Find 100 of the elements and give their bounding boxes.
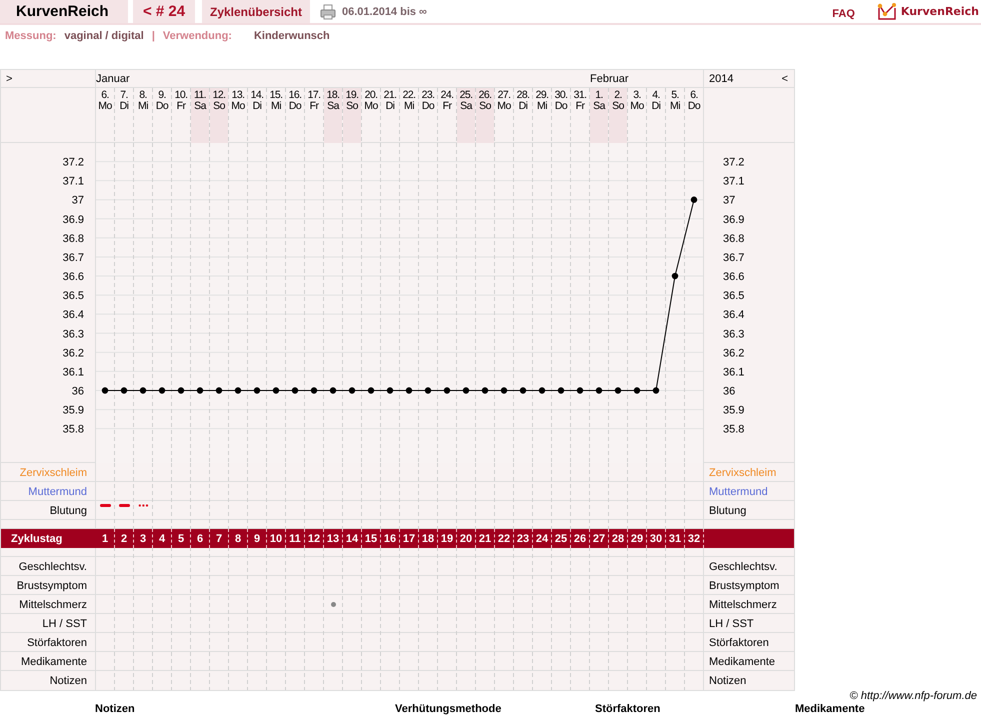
axis-tick-label: 35.9 <box>62 404 84 417</box>
brand-name: KurvenReich <box>900 5 979 18</box>
weekday-label: Mi <box>271 101 281 112</box>
temperature-point <box>500 387 508 394</box>
temperature-point <box>634 387 640 394</box>
day-date: 13. <box>232 90 244 101</box>
row-label: Brustsymptom <box>709 580 780 592</box>
day-date: 7. <box>120 90 128 101</box>
date-range: 06.01.2014 bis ∞ <box>342 6 427 18</box>
row-label: Mittelschmerz <box>19 598 87 610</box>
faq-link[interactable]: FAQ <box>832 8 855 20</box>
month-label: Februar <box>590 73 629 85</box>
day-date: 29. <box>536 90 548 101</box>
axis-tick-label: 37.1 <box>723 176 744 188</box>
day-date: 26. <box>478 90 492 101</box>
cycle-day-number: 1 <box>96 529 115 548</box>
section-heading: Verhütungsmethode <box>395 703 502 715</box>
cycle-day-number: 29 <box>628 529 647 548</box>
next-button[interactable]: < <box>782 73 788 85</box>
weekday-label: Mo <box>364 101 378 112</box>
axis-tick-label: 36.5 <box>62 290 84 302</box>
cycle-overview-tab[interactable]: Zyklenübersicht <box>202 0 310 23</box>
axis-tick-label: 36.4 <box>62 309 84 322</box>
prev-button[interactable]: > <box>6 73 12 85</box>
day-date: 23. <box>422 90 434 101</box>
weekday-label: Do <box>422 101 434 112</box>
weekday-label: Mo <box>231 101 245 112</box>
temperature-point <box>196 387 204 394</box>
temperature-point <box>462 387 470 394</box>
temperature-point <box>406 387 412 394</box>
cycle-day-number: 9 <box>248 529 267 548</box>
row-label: Medikamente <box>20 656 87 668</box>
cycle-nav-link[interactable]: < # 24 <box>133 0 195 23</box>
weekday-label: Mi <box>670 101 680 112</box>
temperature-point <box>576 387 584 394</box>
day-date: 30. <box>554 90 568 101</box>
temperature-point <box>672 272 678 280</box>
cycle-day-number: 11 <box>286 529 305 548</box>
weekday-label: So <box>612 101 624 112</box>
axis-tick-label: 36.7 <box>723 252 744 264</box>
weekday-label: Fr <box>310 101 318 112</box>
axis-tick-label: 37.2 <box>723 156 744 169</box>
row-label: Zervixschleim <box>709 466 776 478</box>
axis-tick-label: 37.1 <box>62 176 84 188</box>
weekday-label: Di <box>120 101 128 112</box>
axis-tick-label: 36.4 <box>723 309 744 322</box>
axis-tick-label: 35.8 <box>62 424 84 436</box>
cycle-day-number: 21 <box>476 529 495 548</box>
cycle-day-number: 3 <box>134 529 153 548</box>
row-label: Brustsymptom <box>16 580 87 592</box>
usage-label: Verwendung: <box>162 30 232 44</box>
measure-label: Messung: <box>5 30 56 44</box>
day-date: 11. <box>194 90 206 101</box>
temperature-point <box>330 387 336 394</box>
day-date: 6. <box>101 90 109 101</box>
weekday-label: So <box>346 101 358 112</box>
row-label: LH / SST <box>709 618 754 630</box>
weekday-label: Di <box>386 101 394 112</box>
temperature-point <box>102 387 108 394</box>
app-title: KurvenReich <box>0 0 128 23</box>
day-date: 27. <box>498 90 510 101</box>
temperature-point <box>368 387 374 394</box>
weekday-label: Sa <box>327 101 339 112</box>
day-date: 4. <box>652 90 660 101</box>
row-label: Geschlechtsv. <box>709 560 778 572</box>
printer-icon[interactable] <box>320 4 336 20</box>
day-date: 17. <box>308 90 320 101</box>
temperature-point <box>444 387 450 394</box>
weekday-label: Do <box>554 101 568 112</box>
cycle-day-number: 32 <box>685 529 704 548</box>
axis-tick-label: 36.6 <box>723 271 744 284</box>
temperature-point <box>348 387 356 394</box>
row-label: Störfaktoren <box>709 636 769 648</box>
row-label: Mittelschmerz <box>709 598 777 610</box>
day-date: 24. <box>440 90 454 101</box>
cycle-day-number: 20 <box>457 529 476 548</box>
cycle-day-number: 17 <box>400 529 419 548</box>
cycle-day-number: 24 <box>533 529 552 548</box>
weekday-label: So <box>479 101 491 112</box>
row-label: Blutung <box>50 504 87 516</box>
logo-icon <box>876 3 897 20</box>
cycle-day-number: 18 <box>419 529 438 548</box>
cycle-day-number: 7 <box>210 529 229 548</box>
cycle-day-number: 23 <box>514 529 533 548</box>
weekday-label: Fr <box>442 101 452 112</box>
cycle-day-number: 6 <box>191 529 210 548</box>
weekday-label: Mi <box>404 101 414 112</box>
day-date: 18. <box>326 90 340 101</box>
axis-tick-label: 36.7 <box>62 252 84 264</box>
day-date: 3. <box>633 90 641 101</box>
day-date: 14. <box>250 90 264 101</box>
temperature-point <box>158 387 166 394</box>
axis-tick-label: 35.8 <box>723 424 744 436</box>
weekday-label: Do <box>288 101 302 112</box>
axis-tick-label: 37.2 <box>62 156 84 169</box>
temperature-point <box>178 387 184 394</box>
cycle-day-number: 8 <box>229 529 248 548</box>
section-heading: Notizen <box>95 703 136 715</box>
day-date: 21. <box>384 90 396 101</box>
temperature-point <box>690 196 698 203</box>
